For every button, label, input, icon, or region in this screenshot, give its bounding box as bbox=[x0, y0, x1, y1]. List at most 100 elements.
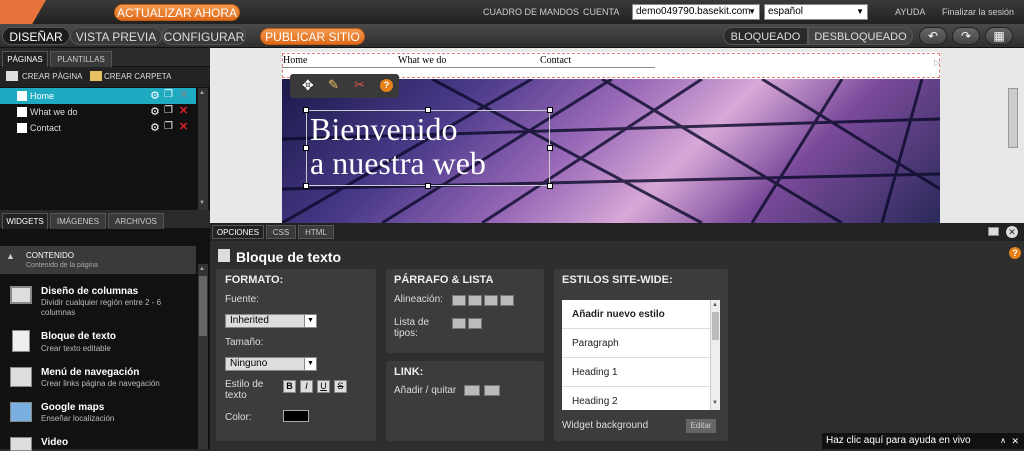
scroll-thumb[interactable] bbox=[712, 312, 719, 340]
resize-handle[interactable] bbox=[547, 145, 553, 151]
gear-icon[interactable]: ⚙ bbox=[150, 89, 160, 102]
align-right-button[interactable] bbox=[484, 295, 498, 306]
style-item[interactable]: Heading 2 bbox=[562, 387, 710, 410]
underline-button[interactable]: U bbox=[317, 380, 330, 393]
publish-site-button[interactable]: PUBLICAR SITIO bbox=[260, 28, 365, 45]
chevron-up-icon[interactable]: ∧ bbox=[1000, 433, 1006, 449]
copy-icon[interactable]: ❐ bbox=[164, 105, 173, 116]
color-label: Color: bbox=[225, 412, 252, 423]
dashboard-link[interactable]: CUADRO DE MANDOS bbox=[483, 0, 579, 24]
help-icon[interactable]: ? bbox=[380, 79, 393, 92]
gear-icon[interactable]: ⚙ bbox=[150, 105, 160, 118]
scroll-up-icon: ▲ bbox=[199, 90, 205, 96]
document-icon bbox=[218, 249, 230, 262]
language-select[interactable]: español ▼ bbox=[764, 4, 868, 20]
bold-button[interactable]: B bbox=[283, 380, 296, 393]
move-icon[interactable]: ✥ bbox=[302, 77, 314, 94]
widget-column-layout[interactable]: Diseño de columnas Dividir cualquier reg… bbox=[0, 282, 196, 320]
help-link[interactable]: AYUDA bbox=[895, 0, 925, 24]
account-link[interactable]: CUENTA bbox=[583, 0, 619, 24]
widget-nav-menu[interactable]: Menú de navegación Crear links página de… bbox=[0, 363, 196, 401]
scroll-down-icon: ▼ bbox=[712, 400, 718, 406]
canvas-scrollbar[interactable] bbox=[1008, 88, 1018, 148]
close-icon[interactable]: ✕ bbox=[1011, 433, 1019, 449]
delete-icon[interactable]: ✂ bbox=[354, 77, 365, 93]
resize-handle[interactable] bbox=[547, 183, 553, 189]
widgets-scrollbar[interactable]: ▲ bbox=[198, 264, 208, 449]
style-list-scrollbar[interactable]: ▲ ▼ bbox=[710, 300, 720, 410]
site-select[interactable]: demo049790.basekit.com ▼ bbox=[632, 4, 760, 20]
size-select[interactable]: Ninguno ▼ bbox=[225, 357, 317, 371]
resize-handle[interactable] bbox=[303, 107, 309, 113]
remove-link-button[interactable] bbox=[484, 385, 500, 396]
italic-button[interactable]: I bbox=[300, 380, 313, 393]
add-style-item[interactable]: Añadir nuevo estilo bbox=[562, 300, 710, 329]
update-now-button[interactable]: ACTUALIZAR AHORA bbox=[114, 4, 240, 21]
tab-templates[interactable]: PLANTILLAS bbox=[50, 51, 112, 67]
tab-html[interactable]: HTML bbox=[298, 225, 334, 239]
numbered-list-button[interactable] bbox=[468, 318, 482, 329]
maximize-icon[interactable] bbox=[988, 227, 999, 236]
unlocked-button[interactable]: DESBLOQUEADO bbox=[808, 27, 913, 45]
tab-preview[interactable]: VISTA PREVIA bbox=[70, 27, 162, 45]
tab-files[interactable]: ARCHIVOS bbox=[108, 213, 164, 229]
hero-heading[interactable]: Bienvenido a nuestra web bbox=[310, 112, 486, 180]
grid-button[interactable]: ▦ bbox=[985, 27, 1013, 45]
tab-widgets[interactable]: WIDGETS bbox=[2, 213, 48, 229]
widget-google-maps[interactable]: Google maps Enseñar localización bbox=[0, 398, 196, 436]
list-type-label: Lista de tipos: bbox=[394, 317, 430, 339]
font-select[interactable]: Inherited ▼ bbox=[225, 314, 317, 328]
live-help-bar[interactable]: Haz clic aquí para ayuda en vivo ∧ ✕ bbox=[822, 433, 1024, 449]
page-icon bbox=[17, 107, 27, 117]
copy-icon[interactable]: ❐ bbox=[164, 121, 173, 132]
widget-video[interactable]: Video bbox=[0, 433, 196, 451]
category-subtitle: Contenido de la página bbox=[26, 262, 99, 269]
tab-options[interactable]: OPCIONES bbox=[212, 225, 264, 239]
create-page-button[interactable]: CREAR PÁGINA bbox=[22, 72, 82, 81]
align-justify-button[interactable] bbox=[500, 295, 514, 306]
delete-icon[interactable]: ✕ bbox=[179, 120, 188, 133]
category-header[interactable]: ▲ CONTENIDO Contenido de la página bbox=[0, 246, 196, 274]
gear-icon[interactable]: ⚙ bbox=[150, 121, 160, 134]
menu-item-what-we-do[interactable]: What we do bbox=[398, 55, 446, 66]
copy-icon[interactable]: ❐ bbox=[164, 89, 173, 100]
create-folder-button[interactable]: CREAR CARPETA bbox=[104, 72, 171, 81]
resize-handle[interactable] bbox=[303, 145, 309, 151]
font-label: Fuente: bbox=[225, 294, 259, 305]
style-item[interactable]: Heading 1 bbox=[562, 358, 710, 387]
tab-css[interactable]: CSS bbox=[266, 225, 296, 239]
edit-button[interactable]: Editar bbox=[686, 419, 716, 433]
menu-item-contact[interactable]: Contact bbox=[540, 55, 571, 66]
color-swatch[interactable] bbox=[283, 410, 309, 422]
help-icon[interactable]: ? bbox=[1009, 247, 1021, 259]
paragraph-section: PÁRRAFO & LISTA Alineación: Lista de tip… bbox=[386, 269, 544, 353]
widget-text-block[interactable]: Bloque de texto Crear texto editable bbox=[0, 326, 196, 364]
tab-configure[interactable]: CONFIGURAR bbox=[162, 27, 246, 45]
add-link-button[interactable] bbox=[464, 385, 480, 396]
tab-images[interactable]: IMÁGENES bbox=[50, 213, 106, 229]
pages-scrollbar[interactable]: ▲ ▼ bbox=[198, 88, 208, 210]
undo-button[interactable]: ↶ bbox=[919, 27, 947, 45]
strikethrough-button[interactable]: S bbox=[334, 380, 347, 393]
delete-icon[interactable]: ✕ bbox=[179, 104, 188, 117]
menu-item-home[interactable]: Home bbox=[283, 55, 307, 66]
widget-subtitle: Enseñar localización bbox=[41, 414, 115, 423]
resize-handle[interactable] bbox=[547, 107, 553, 113]
scroll-thumb[interactable] bbox=[199, 276, 207, 336]
resize-handle[interactable] bbox=[303, 183, 309, 189]
bullet-list-button[interactable] bbox=[452, 318, 466, 329]
style-item[interactable]: Paragraph bbox=[562, 329, 710, 358]
locked-button[interactable]: BLOQUEADO bbox=[723, 27, 808, 45]
logout-link[interactable]: Finalizar la sesión bbox=[942, 0, 1014, 24]
scroll-up-icon: ▲ bbox=[199, 266, 205, 272]
redo-button[interactable]: ↷ bbox=[952, 27, 980, 45]
panel-title: Bloque de texto bbox=[236, 249, 342, 265]
align-center-button[interactable] bbox=[468, 295, 482, 306]
tab-pages[interactable]: PÁGINAS bbox=[2, 51, 48, 67]
delete-icon[interactable]: ✕ bbox=[179, 88, 188, 101]
resize-handle[interactable] bbox=[425, 183, 431, 189]
pencil-icon[interactable]: ✎ bbox=[328, 77, 339, 93]
align-left-button[interactable] bbox=[452, 295, 466, 306]
close-icon[interactable]: ✕ bbox=[1006, 226, 1018, 238]
tab-design[interactable]: DISEÑAR bbox=[2, 27, 70, 45]
